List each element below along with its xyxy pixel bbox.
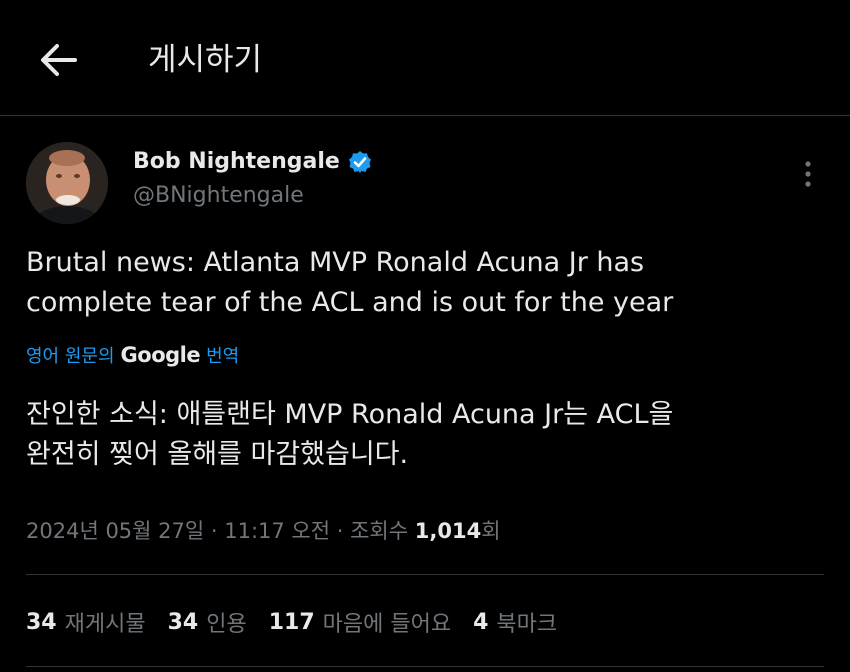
meta-separator: · — [330, 519, 351, 543]
more-options-button[interactable] — [792, 156, 824, 192]
divider — [26, 666, 824, 667]
back-button[interactable] — [30, 38, 86, 82]
verified-badge-icon — [348, 151, 371, 173]
post-time[interactable]: 11:17 오전 — [224, 519, 330, 543]
author-name[interactable]: Bob Nightengale — [133, 147, 372, 177]
author-name-text: Bob Nightengale — [133, 149, 340, 174]
translation-prefix: 영어 원문의 — [26, 346, 115, 367]
likes-label: 마음에 들어요 — [322, 612, 452, 637]
bookmarks-stat[interactable]: 4 북마크 — [473, 606, 557, 638]
post-date[interactable]: 2024년 05월 27일 — [26, 519, 204, 543]
google-logo: Google — [120, 343, 201, 367]
translation-attribution[interactable]: 영어 원문의 Google 번역 — [26, 340, 239, 370]
engagement-stats: 34 재게시물 34 인용 117 마음에 들어요 4 북마크 — [26, 602, 557, 642]
tweet-text-line: Brutal news: Atlanta MVP Ronald Acuna Jr… — [26, 247, 645, 278]
likes-stat[interactable]: 117 마음에 들어요 — [269, 606, 451, 638]
tweet-text: Brutal news: Atlanta MVP Ronald Acuna Jr… — [26, 243, 816, 323]
views-suffix: 회 — [481, 519, 501, 543]
tweet-meta: 2024년 05월 27일 · 11:17 오전 · 조회수 1,014회 — [26, 514, 501, 548]
reposts-label: 재게시물 — [64, 612, 146, 637]
likes-count: 117 — [268, 609, 315, 635]
quotes-stat[interactable]: 34 인용 — [168, 606, 247, 638]
reposts-count: 34 — [26, 609, 57, 635]
more-vertical-icon — [805, 161, 811, 187]
top-bar: 게시하기 — [0, 0, 850, 116]
author-avatar[interactable] — [26, 142, 108, 224]
translated-text: 잔인한 소식: 애틀랜타 MVP Ronald Acuna Jr는 ACL을 완… — [26, 395, 816, 475]
reposts-stat[interactable]: 34 재게시물 — [26, 606, 146, 638]
views-count: 1,014 — [414, 519, 482, 543]
arrow-left-icon — [41, 44, 77, 76]
page-title: 게시하기 — [148, 42, 263, 78]
author-handle[interactable]: @BNightengale — [133, 181, 304, 211]
quotes-label: 인용 — [206, 612, 247, 637]
translated-text-line: 잔인한 소식: 애틀랜타 MVP Ronald Acuna Jr는 ACL을 — [26, 399, 674, 430]
translation-suffix: 번역 — [206, 346, 240, 367]
translated-text-line: 완전히 찢어 올해를 마감했습니다. — [26, 439, 409, 470]
meta-separator: · — [204, 519, 225, 543]
tweet-text-line: complete tear of the ACL and is out for … — [26, 287, 674, 318]
bookmarks-label: 북마크 — [496, 612, 558, 637]
quotes-count: 34 — [167, 609, 199, 635]
views-label: 조회수 — [350, 519, 415, 543]
divider — [26, 574, 824, 575]
avatar-image — [26, 142, 108, 224]
bookmarks-count: 4 — [473, 609, 489, 635]
